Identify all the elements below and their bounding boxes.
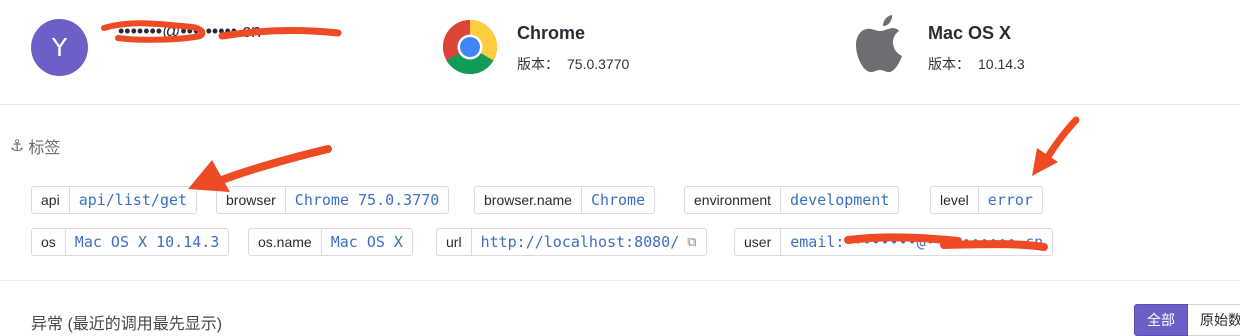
tag-key[interactable]: api — [32, 187, 70, 213]
annotation-arrow — [218, 145, 332, 184]
annotation-arrowhead — [1032, 148, 1058, 176]
tag-key[interactable]: browser.name — [475, 187, 582, 213]
os-version-label: 版本： — [928, 56, 970, 72]
tag-os-name[interactable]: os.name Mac OS X — [248, 228, 413, 256]
browser-version-value: 75.0.3770 — [567, 56, 630, 72]
tag-environment[interactable]: environment development — [684, 186, 900, 214]
tag-key[interactable]: environment — [685, 187, 782, 213]
os-name: Mac OS X — [928, 23, 1012, 43]
stacktrace-view-toggle: 全部 原始数 — [1134, 304, 1240, 336]
tag-value[interactable]: Chrome 75.0.3770 — [286, 187, 449, 213]
section-divider — [0, 280, 1240, 281]
tags-heading-label: 标签 — [28, 140, 61, 157]
tag-value[interactable]: http://localhost:8080/ ⧉ — [472, 229, 706, 255]
tag-user[interactable]: user email:••••••••@••••••••••.cn — [734, 228, 1054, 256]
tag-key[interactable]: user — [735, 229, 782, 255]
tag-browser-name[interactable]: browser.name Chrome — [474, 186, 656, 214]
external-link-icon[interactable]: ⧉ — [687, 235, 696, 250]
tag-key[interactable]: browser — [217, 187, 286, 213]
os-version-value: 10.14.3 — [978, 56, 1025, 72]
tag-key[interactable]: url — [437, 229, 472, 255]
tag-value-text[interactable]: http://localhost:8080/ — [481, 233, 680, 251]
exceptions-heading: 异常 (最近的调用最先显示) — [31, 316, 223, 333]
raw-button[interactable]: 原始数 — [1188, 304, 1240, 336]
tag-level[interactable]: level error — [930, 186, 1043, 214]
tag-value[interactable]: Mac OS X — [322, 229, 412, 255]
tag-value[interactable]: email:••••••••@••••••••••.cn — [781, 229, 1052, 255]
all-frames-button[interactable]: 全部 — [1134, 304, 1188, 336]
tag-value[interactable]: development — [781, 187, 898, 213]
tag-url[interactable]: url http://localhost:8080/ ⧉ — [436, 228, 707, 256]
tag-value[interactable]: api/list/get — [70, 187, 196, 213]
annotation-overlay — [101, 20, 1080, 251]
tags-heading: ⚓ 标签 — [10, 134, 60, 158]
tag-value[interactable]: Mac OS X 10.14.3 — [66, 229, 229, 255]
tag-os[interactable]: os Mac OS X 10.14.3 — [31, 228, 230, 256]
tag-browser[interactable]: browser Chrome 75.0.3770 — [216, 186, 450, 214]
anchor-icon: ⚓ — [10, 138, 25, 155]
tag-key[interactable]: os.name — [249, 229, 322, 255]
user-email: •••••••@•••••••••.cn — [118, 21, 262, 41]
os-version: 版本： 10.14.3 — [928, 54, 1025, 74]
tag-value[interactable]: error — [979, 187, 1042, 213]
tag-key[interactable]: os — [32, 229, 66, 255]
browser-name: Chrome — [517, 23, 586, 43]
browser-version: 版本： 75.0.3770 — [517, 54, 629, 74]
apple-logo-icon — [856, 14, 904, 74]
browser-version-label: 版本： — [517, 56, 559, 72]
annotation-arrow — [1042, 116, 1080, 164]
tag-key[interactable]: level — [931, 187, 979, 213]
chrome-logo-icon — [442, 19, 498, 75]
avatar: Y — [31, 19, 88, 76]
tag-value[interactable]: Chrome — [582, 187, 654, 213]
header-divider — [0, 104, 1240, 105]
tag-api[interactable]: api api/list/get — [31, 186, 198, 214]
